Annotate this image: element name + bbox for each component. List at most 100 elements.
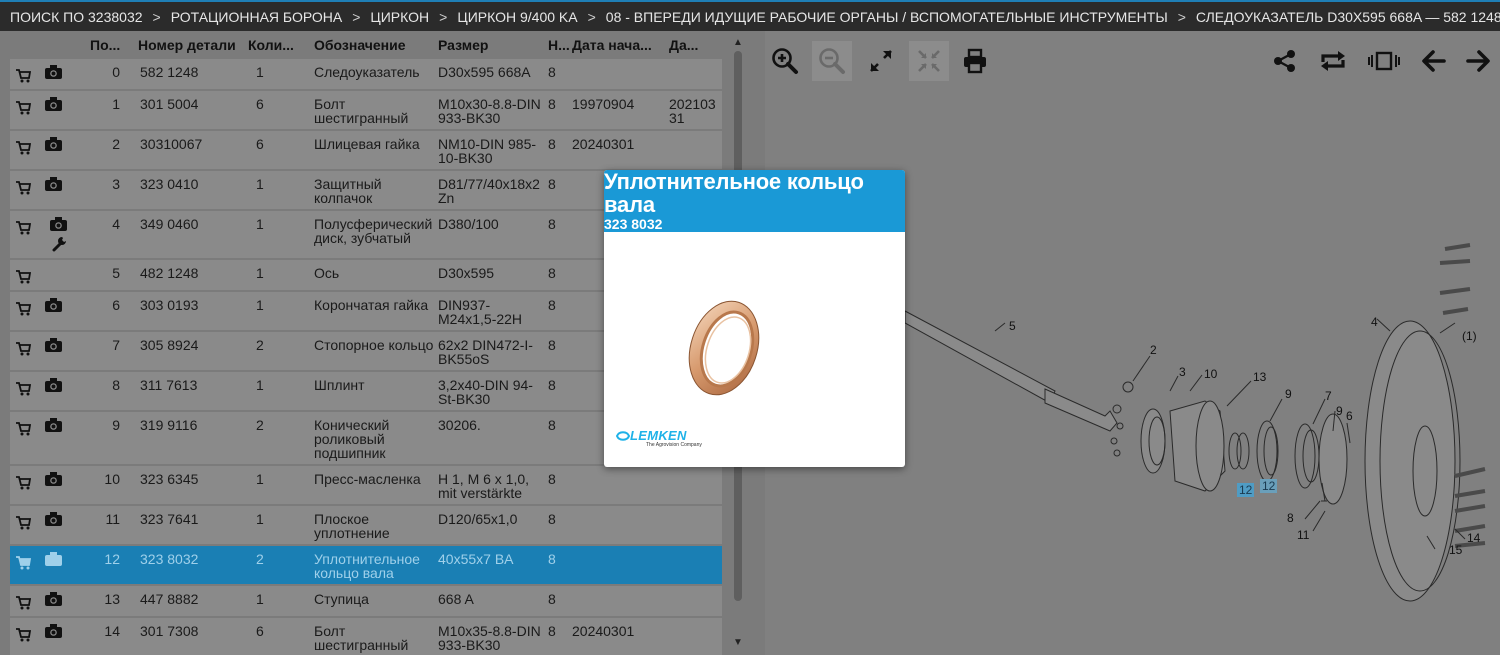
- callout-label[interactable]: 11: [1297, 528, 1309, 542]
- part-number-cell: 349 0460: [140, 216, 199, 232]
- camera-icon[interactable]: [45, 97, 62, 113]
- header-pos[interactable]: По...: [88, 31, 128, 59]
- add-to-cart-icon[interactable]: [16, 141, 32, 157]
- zoom-out-icon[interactable]: [812, 41, 852, 81]
- part-number-cell: 30310067: [140, 136, 203, 152]
- callout-label[interactable]: 2: [1150, 343, 1157, 357]
- camera-icon[interactable]: [45, 378, 62, 394]
- photo-cell: [40, 466, 88, 504]
- camera-icon[interactable]: [45, 552, 62, 568]
- quantity-cell: 2: [256, 337, 264, 353]
- callout-label[interactable]: 9: [1336, 404, 1343, 418]
- designation-cell: Полусферический диск, зубчатый: [314, 216, 433, 246]
- table-row[interactable]: 11 323 7641 1 Плоское уплотнение D120/65x1,0…: [10, 506, 722, 546]
- callout-label[interactable]: 8: [1287, 511, 1294, 525]
- breadcrumb-item[interactable]: 08 - ВПЕРЕДИ ИДУЩИЕ РАБОЧИЕ ОРГАНЫ / ВСП…: [606, 9, 1168, 25]
- breadcrumb-separator: >: [1177, 8, 1186, 25]
- share-icon[interactable]: [1265, 41, 1305, 81]
- header-n[interactable]: Н...: [548, 31, 572, 59]
- cart-cell: [10, 292, 40, 330]
- table-row[interactable]: 14 301 7308 6 Болт шестигранный M10x35-8.8-D…: [10, 618, 722, 655]
- camera-icon[interactable]: [45, 418, 62, 434]
- add-to-cart-icon[interactable]: [16, 628, 32, 644]
- breadcrumb-item[interactable]: РОТАЦИОННАЯ БОРОНА: [171, 9, 343, 25]
- callout-label[interactable]: 3: [1179, 365, 1186, 379]
- size-cell: D120/65x1,0: [438, 511, 518, 527]
- n-cell: 8: [548, 337, 556, 353]
- size-cell: 30206.: [438, 417, 481, 433]
- header-date-start[interactable]: Дата нача...: [572, 31, 669, 59]
- header-designation[interactable]: Обозначение: [314, 31, 438, 59]
- add-to-cart-icon[interactable]: [16, 382, 32, 398]
- add-to-cart-icon[interactable]: [16, 422, 32, 438]
- callout-label[interactable]: 6: [1346, 409, 1353, 423]
- camera-icon[interactable]: [45, 512, 62, 528]
- callout-label[interactable]: 9: [1285, 387, 1292, 401]
- print-icon[interactable]: [955, 41, 995, 81]
- header-part-number[interactable]: Номер детали: [128, 31, 246, 59]
- breadcrumb-item[interactable]: СЛЕДОУКАЗАТЕЛЬ D30X595 668A — 582 1248: [1196, 9, 1500, 25]
- camera-icon[interactable]: [45, 177, 62, 193]
- camera-icon[interactable]: [45, 298, 62, 314]
- arrow-right-icon[interactable]: [1459, 41, 1499, 81]
- arrow-left-icon[interactable]: [1413, 41, 1453, 81]
- callout-label[interactable]: 13: [1253, 370, 1266, 384]
- callout-label[interactable]: 15: [1449, 543, 1462, 557]
- position-cell: 12: [104, 551, 120, 567]
- scroll-down-icon[interactable]: ▼: [733, 637, 743, 648]
- breadcrumb-separator: >: [352, 8, 361, 25]
- callout-label[interactable]: 12: [1237, 483, 1255, 497]
- expand-icon[interactable]: [861, 41, 901, 81]
- position-cell: 3: [112, 176, 120, 192]
- header-qty[interactable]: Коли...: [246, 31, 314, 59]
- position-cell: 2: [112, 136, 120, 152]
- camera-icon[interactable]: [50, 217, 67, 233]
- callout-label[interactable]: 5: [1009, 319, 1016, 333]
- zoom-in-icon[interactable]: [765, 41, 805, 81]
- scroll-up-icon[interactable]: ▲: [733, 37, 743, 48]
- table-row[interactable]: 2 30310067 6 Шлицевая гайка NM10-DIN 985-10-…: [10, 131, 722, 171]
- callout-label[interactable]: 12: [1260, 479, 1278, 493]
- add-to-cart-icon[interactable]: [16, 101, 32, 117]
- add-to-cart-icon[interactable]: [16, 342, 32, 358]
- table-row[interactable]: 10 323 6345 1 Пресс-масленка H 1, M 6 x 1,0,…: [10, 466, 722, 506]
- camera-icon[interactable]: [45, 65, 62, 81]
- callout-label[interactable]: 7: [1325, 389, 1332, 403]
- add-to-cart-icon[interactable]: [16, 270, 32, 286]
- table-row[interactable]: 0 582 1248 1 Следоуказатель D30x595 668A 8: [10, 59, 722, 91]
- callout-label[interactable]: 14: [1467, 531, 1480, 545]
- add-to-cart-icon[interactable]: [16, 302, 32, 318]
- add-to-cart-icon[interactable]: [16, 181, 32, 197]
- popup-title: Уплотнительное кольцо вала: [604, 170, 864, 217]
- add-to-cart-icon[interactable]: [16, 476, 32, 492]
- breadcrumb-item[interactable]: ЦИРКОН 9/400 KA: [457, 9, 577, 25]
- table-row[interactable]: 13 447 8882 1 Ступица 668 A 8: [10, 586, 722, 618]
- add-to-cart-icon[interactable]: [16, 556, 32, 572]
- date-start-cell: [572, 506, 669, 544]
- add-to-cart-icon[interactable]: [16, 221, 32, 237]
- header-size[interactable]: Размер: [438, 31, 548, 59]
- camera-icon[interactable]: [45, 137, 62, 153]
- rotate-icon[interactable]: [1313, 41, 1353, 81]
- callout-label[interactable]: (1): [1462, 329, 1477, 343]
- table-row[interactable]: 1 301 5004 6 Болт шестигранный M10x30-8.8-DI…: [10, 91, 722, 131]
- breadcrumb-item[interactable]: ПОИСК ПО 3238032: [10, 9, 143, 25]
- header-date-end[interactable]: Да...: [669, 31, 722, 59]
- callout-label[interactable]: 4: [1371, 315, 1378, 329]
- add-to-cart-icon[interactable]: [16, 516, 32, 532]
- part-preview-popup[interactable]: Уплотнительное кольцо вала 323 8032 LEMK…: [604, 170, 905, 467]
- table-header: По... Номер детали Коли... Обозначение Р…: [10, 31, 722, 59]
- size-cell: D30x595 668A: [438, 64, 531, 80]
- camera-icon[interactable]: [45, 624, 62, 640]
- camera-icon[interactable]: [45, 472, 62, 488]
- carousel-icon[interactable]: [1364, 41, 1404, 81]
- add-to-cart-icon[interactable]: [16, 596, 32, 612]
- breadcrumb-item[interactable]: ЦИРКОН: [370, 9, 429, 25]
- camera-icon[interactable]: [45, 592, 62, 608]
- callout-label[interactable]: 10: [1204, 367, 1217, 381]
- wrench-icon[interactable]: [52, 236, 88, 254]
- fit-icon[interactable]: [909, 41, 949, 81]
- table-row[interactable]: 12 323 8032 2 Уплотнительное кольцо вала 40x…: [10, 546, 722, 586]
- add-to-cart-icon[interactable]: [16, 69, 32, 85]
- camera-icon[interactable]: [45, 338, 62, 354]
